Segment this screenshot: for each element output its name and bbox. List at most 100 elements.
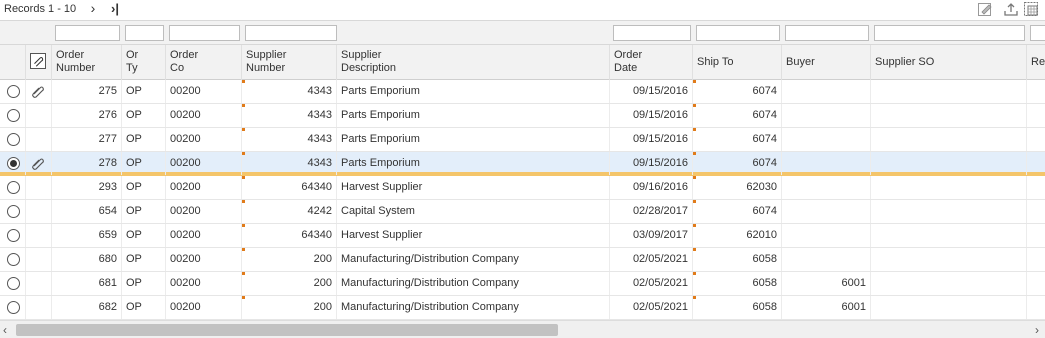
buyer-cell (782, 200, 871, 223)
or-ty-cell: OP (122, 152, 166, 175)
change-flag-marker (693, 296, 696, 299)
row-select-radio[interactable] (7, 205, 20, 218)
or-ty-cell: OP (122, 272, 166, 295)
re-cell (1027, 272, 1045, 295)
order-number-header-line1: Order (56, 49, 85, 61)
change-flag-marker (242, 176, 245, 179)
or-ty-header-line1: Or (126, 49, 139, 61)
supplier-so-cell (871, 176, 1027, 199)
buyer-cell: 6001 (782, 296, 871, 319)
supplier-description-cell: Capital System (337, 200, 610, 223)
table-row[interactable]: 275 OP 00200 4343 Parts Emporium 09/15/2016 60… (0, 80, 1045, 104)
row-select-radio[interactable] (7, 181, 20, 194)
scrollbar-thumb[interactable] (16, 324, 558, 336)
supplier-description-cell: Parts Emporium (337, 104, 610, 127)
order-co-cell: 00200 (166, 200, 242, 223)
select-cell (0, 128, 26, 151)
row-select-radio[interactable] (7, 229, 20, 242)
buyer-cell (782, 128, 871, 151)
attachment-cell (26, 224, 52, 247)
re-cell (1027, 200, 1045, 223)
ship-to-cell: 62030 (693, 176, 782, 199)
re-filter[interactable] (1030, 25, 1045, 41)
supplier-so-cell (871, 248, 1027, 271)
table-row[interactable]: 277 OP 00200 4343 Parts Emporium 09/15/2016 60… (0, 128, 1045, 152)
order-number-header[interactable]: Order Number (52, 45, 122, 80)
row-select-radio[interactable] (7, 109, 20, 122)
order-number-cell: 681 (52, 272, 122, 295)
change-flag-marker (693, 128, 696, 131)
ship-to-filter[interactable] (696, 25, 780, 41)
table-row[interactable]: 276 OP 00200 4343 Parts Emporium 09/15/2016 60… (0, 104, 1045, 128)
change-flag-marker (242, 104, 245, 107)
order-co-cell: 00200 (166, 296, 242, 319)
row-select-radio[interactable] (7, 133, 20, 146)
table-row[interactable]: 680 OP 00200 200 Manufacturing/Distribution … (0, 248, 1045, 272)
order-co-cell: 00200 (166, 224, 242, 247)
supplier-number-header-line1: Supplier (246, 49, 287, 61)
select-cell (0, 224, 26, 247)
ship-to-header[interactable]: Ship To (693, 45, 782, 80)
supplier-description-cell: Manufacturing/Distribution Company (337, 248, 610, 271)
table-row[interactable]: 293 OP 00200 64340 Harvest Supplier 09/16/201… (0, 176, 1045, 200)
supplier-so-cell (871, 272, 1027, 295)
supplier-description-header-line1: Supplier (341, 49, 382, 61)
buyer-header[interactable]: Buyer (782, 45, 871, 80)
paperclip-icon[interactable] (31, 84, 45, 98)
supplier-number-cell: 4343 (242, 128, 337, 151)
next-page-button[interactable]: › (86, 0, 100, 18)
supplier-so-filter[interactable] (874, 25, 1025, 41)
supplier-number-filter[interactable] (245, 25, 337, 41)
row-select-radio[interactable] (7, 85, 20, 98)
supplier-number-cell: 200 (242, 272, 337, 295)
order-date-header-line1: Order (614, 49, 643, 61)
table-row[interactable]: 278 OP 00200 4343 Parts Emporium 09/15/2016 60… (0, 152, 1045, 176)
order-number-filter[interactable] (55, 25, 120, 41)
buyer-cell (782, 224, 871, 247)
table-row[interactable]: 681 OP 00200 200 Manufacturing/Distribution … (0, 272, 1045, 296)
or-ty-header[interactable]: Or Ty (122, 45, 166, 80)
personalize-icon[interactable] (977, 1, 993, 17)
order-date-header[interactable]: Order Date (610, 45, 693, 80)
order-co-cell: 00200 (166, 128, 242, 151)
order-date-cell: 02/28/2017 (610, 200, 693, 223)
order-co-filter[interactable] (169, 25, 240, 41)
or-ty-cell: OP (122, 80, 166, 103)
supplier-description-header[interactable]: Supplier Description (337, 45, 610, 80)
re-header[interactable]: Re (1027, 45, 1045, 80)
export-icon[interactable] (1003, 1, 1019, 17)
paperclip-icon[interactable] (31, 156, 45, 170)
horizontal-scrollbar[interactable]: ‹ › (0, 320, 1045, 338)
row-select-radio[interactable] (7, 277, 20, 290)
attachment-cell (26, 104, 52, 127)
or-ty-cell: OP (122, 248, 166, 271)
buyer-filter[interactable] (785, 25, 869, 41)
order-date-filter[interactable] (613, 25, 691, 41)
order-co-header[interactable]: Order Co (166, 45, 242, 80)
table-row[interactable]: 654 OP 00200 4242 Capital System 02/28/2017 60… (0, 200, 1045, 224)
change-flag-marker (242, 80, 245, 83)
grid-format-icon[interactable] (1023, 1, 1039, 17)
supplier-so-header[interactable]: Supplier SO (871, 45, 1027, 80)
scroll-right-arrow-icon[interactable]: › (1035, 323, 1039, 337)
supplier-number-header[interactable]: Supplier Number (242, 45, 337, 80)
row-select-radio[interactable] (7, 157, 20, 170)
table-row[interactable]: 682 OP 00200 200 Manufacturing/Distribution … (0, 296, 1045, 320)
change-flag-marker (693, 248, 696, 251)
or-ty-cell: OP (122, 224, 166, 247)
table-row[interactable]: 659 OP 00200 64340 Harvest Supplier 03/09/201… (0, 224, 1045, 248)
order-number-cell: 275 (52, 80, 122, 103)
row-select-radio[interactable] (7, 253, 20, 266)
select-cell (0, 296, 26, 319)
re-cell (1027, 128, 1045, 151)
supplier-number-cell: 64340 (242, 224, 337, 247)
ship-to-cell: 6074 (693, 152, 782, 175)
order-date-cell: 03/09/2017 (610, 224, 693, 247)
scroll-left-arrow-icon[interactable]: ‹ (3, 323, 7, 337)
or-ty-filter[interactable] (125, 25, 164, 41)
or-ty-cell: OP (122, 104, 166, 127)
supplier-description-cell: Harvest Supplier (337, 176, 610, 199)
last-page-button[interactable]: ›| (108, 0, 122, 18)
row-select-radio[interactable] (7, 301, 20, 314)
change-flag-marker (242, 248, 245, 251)
